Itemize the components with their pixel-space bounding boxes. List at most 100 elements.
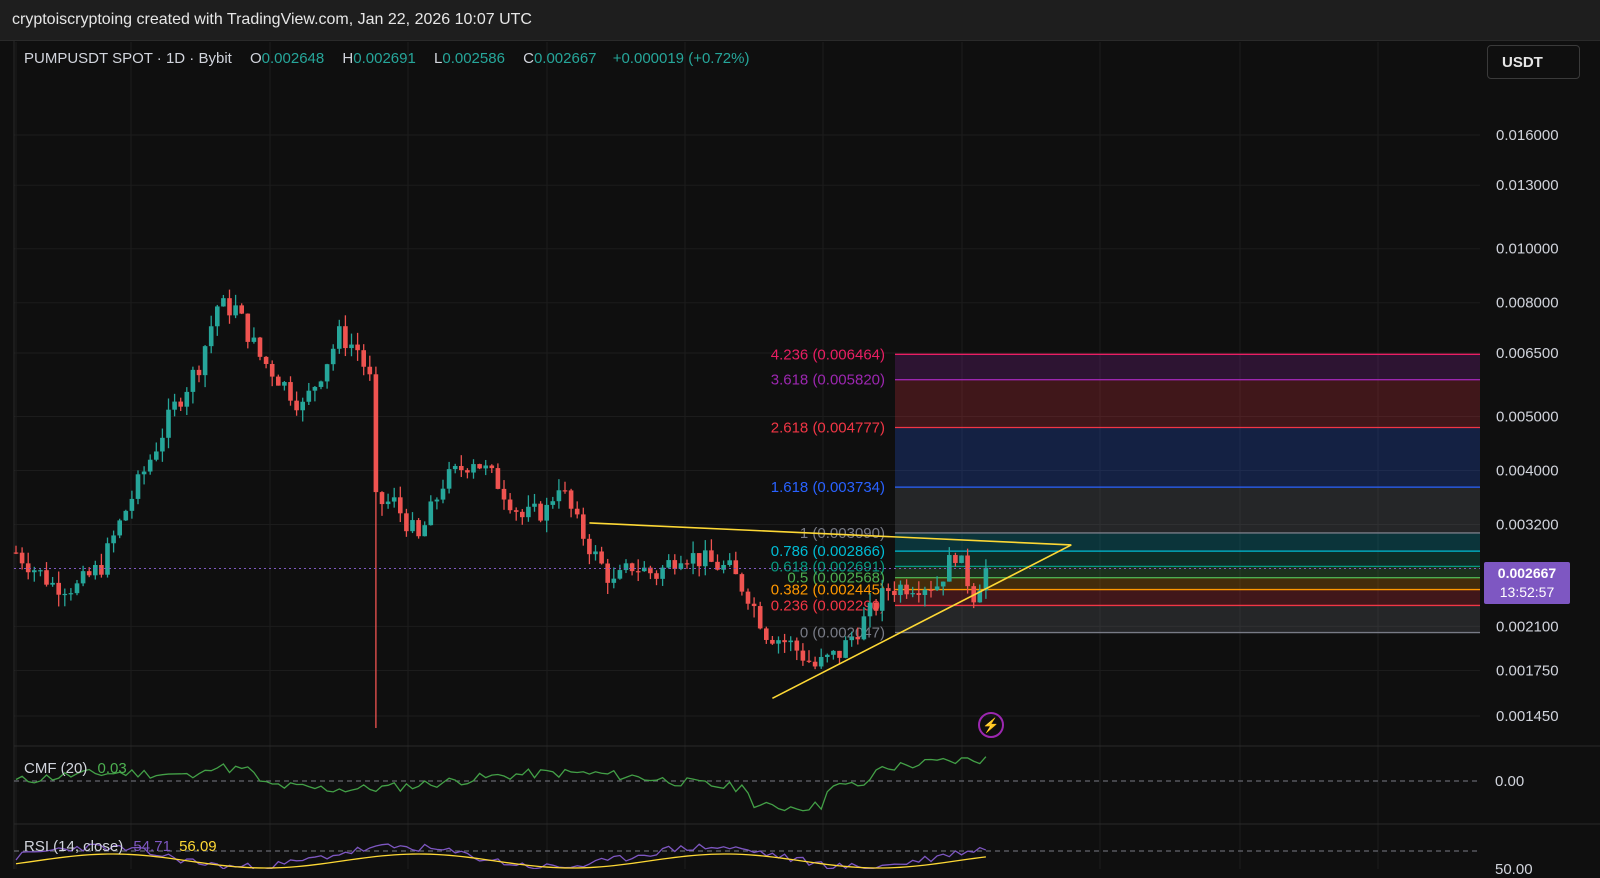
candle bbox=[32, 566, 37, 582]
candle-body bbox=[62, 593, 68, 596]
candle-body bbox=[660, 567, 665, 579]
candle bbox=[520, 509, 525, 525]
candle-body bbox=[160, 437, 165, 452]
candle-body bbox=[398, 497, 403, 514]
candle-body bbox=[337, 326, 342, 349]
price-chart[interactable]: 0.016000 0.013000 0.010000 0.008000 0.006500… bbox=[0, 0, 1600, 869]
candle bbox=[160, 428, 165, 462]
candle-body bbox=[178, 401, 183, 407]
fib-level-label: 0.382 (0.002445) bbox=[771, 582, 885, 599]
candle bbox=[764, 626, 769, 644]
candle bbox=[56, 571, 61, 607]
candle-body bbox=[550, 501, 556, 505]
candle-body bbox=[892, 590, 897, 596]
candle bbox=[428, 495, 434, 526]
candle-body bbox=[593, 551, 598, 555]
candle bbox=[806, 650, 812, 664]
candle bbox=[678, 555, 684, 571]
candle-body bbox=[861, 616, 867, 640]
close-label: C bbox=[523, 50, 534, 67]
candle bbox=[593, 545, 598, 561]
candle-body bbox=[263, 356, 269, 364]
candle-body bbox=[849, 636, 854, 641]
symbol-name[interactable]: PUMPUSDT SPOT · 1D · Bybit bbox=[24, 50, 232, 67]
candle-body bbox=[898, 584, 903, 596]
candle-body bbox=[654, 573, 659, 579]
candle-body bbox=[922, 589, 928, 595]
candle-body bbox=[428, 501, 434, 526]
candle-body bbox=[617, 570, 623, 579]
candle bbox=[50, 576, 55, 587]
candle-body bbox=[391, 497, 397, 502]
candle bbox=[800, 643, 806, 666]
candle bbox=[257, 336, 263, 361]
currency-button[interactable]: USDT bbox=[1487, 45, 1580, 79]
candle-body bbox=[843, 640, 848, 658]
candle bbox=[605, 558, 610, 595]
open-value: 0.002648 bbox=[261, 50, 325, 67]
candle-body bbox=[818, 656, 824, 667]
fib-zone bbox=[895, 566, 1480, 578]
candle bbox=[623, 559, 629, 574]
candle bbox=[373, 366, 379, 728]
lightning-icon[interactable]: ⚡ bbox=[978, 712, 1004, 738]
candle-body bbox=[587, 538, 592, 555]
candle-body bbox=[239, 305, 244, 314]
candle-body bbox=[934, 586, 940, 590]
candle bbox=[294, 391, 299, 416]
rsi-legend[interactable]: RSI (14, close) 54.71 56.09 bbox=[24, 838, 217, 855]
candle-body bbox=[672, 560, 678, 569]
candle-body bbox=[867, 602, 873, 617]
candle-body bbox=[776, 640, 781, 644]
candle bbox=[452, 463, 458, 474]
candle-body bbox=[141, 471, 147, 475]
candle-body bbox=[32, 570, 37, 573]
candle bbox=[416, 518, 421, 539]
y-tick-label: 0.002100 bbox=[1496, 618, 1559, 635]
candle bbox=[513, 507, 519, 521]
candle-body bbox=[959, 555, 964, 563]
candle-body bbox=[556, 490, 562, 502]
cmf-value: 0.03 bbox=[97, 760, 127, 777]
candle-body bbox=[80, 571, 86, 584]
candle-body bbox=[196, 369, 202, 376]
candle bbox=[227, 289, 232, 324]
low-value: 0.002586 bbox=[442, 50, 505, 67]
candle-body bbox=[965, 555, 970, 587]
last-price-tag: 0.002667 13:52:57 bbox=[1484, 562, 1570, 604]
candle-body bbox=[123, 510, 129, 521]
candle bbox=[532, 493, 537, 512]
candle-body bbox=[208, 326, 214, 347]
candle bbox=[568, 488, 574, 518]
candle bbox=[422, 521, 427, 537]
candle bbox=[696, 553, 702, 577]
candle-body bbox=[825, 654, 830, 657]
candle bbox=[776, 636, 781, 654]
candle-body bbox=[568, 490, 574, 509]
candle bbox=[251, 327, 257, 344]
candle bbox=[337, 319, 342, 354]
fib-zone bbox=[895, 605, 1480, 633]
fib-level-label: 2.618 (0.004777) bbox=[771, 419, 885, 436]
candle bbox=[147, 454, 153, 475]
candle bbox=[111, 530, 116, 553]
candle bbox=[62, 588, 68, 607]
candle-body bbox=[562, 490, 568, 492]
candle-body bbox=[300, 401, 305, 411]
fib-zone bbox=[895, 589, 1480, 606]
candle-body bbox=[837, 650, 842, 658]
candle bbox=[239, 303, 244, 315]
candle bbox=[154, 442, 159, 462]
candle-body bbox=[135, 474, 141, 499]
candle bbox=[446, 461, 452, 494]
cmf-line bbox=[15, 756, 987, 812]
candle bbox=[642, 561, 647, 572]
candle-body bbox=[282, 382, 287, 386]
candle bbox=[782, 633, 787, 653]
candle-body bbox=[147, 459, 153, 472]
y-tick-label: 0.001750 bbox=[1496, 662, 1559, 679]
cmf-legend[interactable]: CMF (20) 0.03 bbox=[24, 760, 127, 777]
candle-body bbox=[544, 504, 549, 521]
candle-body bbox=[526, 506, 531, 518]
candle bbox=[434, 497, 440, 510]
